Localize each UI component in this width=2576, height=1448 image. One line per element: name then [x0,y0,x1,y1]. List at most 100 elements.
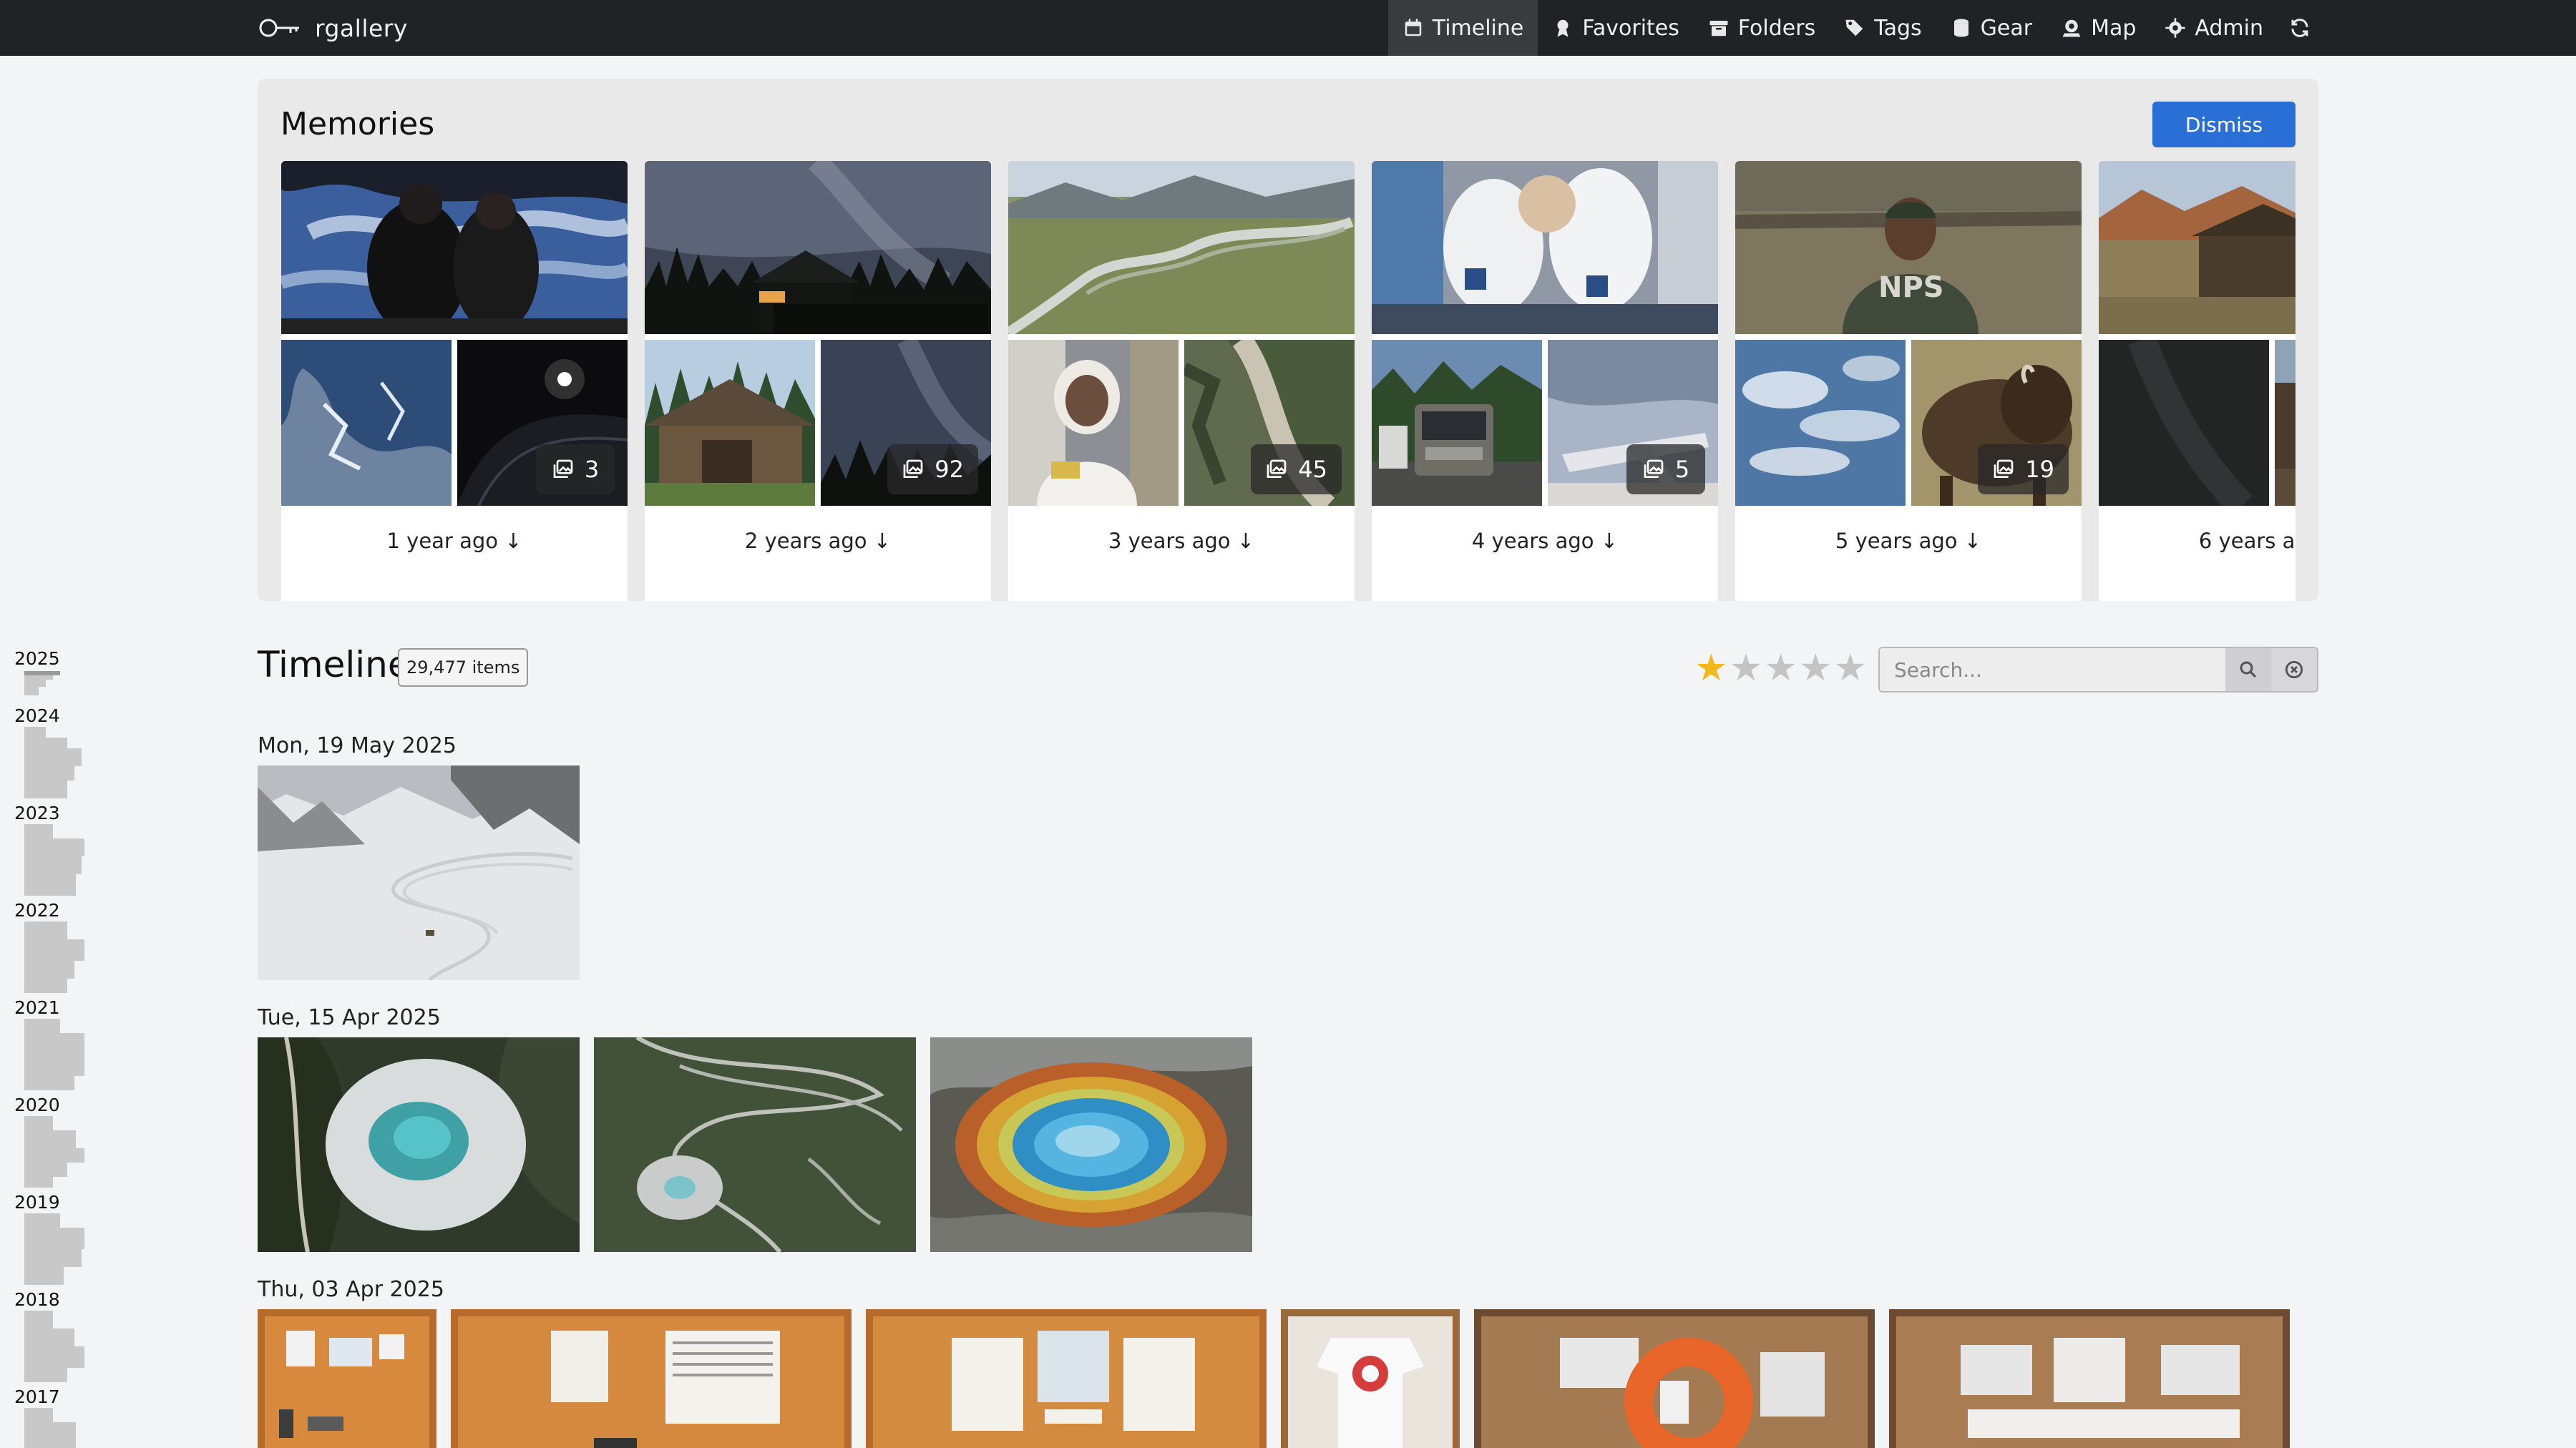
rating-star-5[interactable]: ★ [1834,647,1868,690]
rating-star-3[interactable]: ★ [1764,647,1797,690]
nav-folders-label: Folders [1737,15,1816,41]
memory-card-1[interactable]: 3 1 year ago ↓ [281,161,628,601]
timeline-scrubber[interactable]: 2025 2024 2023 2022 2021 2020 2019 2018 … [0,637,93,1448]
timeline-photo[interactable] [258,765,580,980]
timeline-photo[interactable] [866,1309,1267,1448]
year-label[interactable]: 2023 [14,803,60,823]
memory-label: 1 year ago ↓ [281,506,628,576]
year-label[interactable]: 2022 [14,900,60,921]
search-button[interactable] [2225,648,2271,691]
award-icon [1557,19,1568,37]
day-label: Thu, 03 Apr 2025 [258,1277,444,1302]
navbar: rgallery Timeline Favorites Folders Tags… [0,0,2576,56]
search-icon [2240,661,2257,678]
memories-panel: Memories Dismiss 3 1 year ago ↓ 92 2 yea… [258,79,2318,601]
year-label[interactable]: 2017 [14,1386,60,1407]
year-histogram [24,1311,84,1382]
nav-favorites[interactable]: Favorites [1538,0,1694,56]
photo-count-badge: 5 [1626,444,1705,494]
map-icon [2062,19,2081,37]
year-histogram [24,824,84,896]
year-label[interactable]: 2018 [14,1289,60,1310]
memory-photo[interactable] [2275,340,2296,506]
year-label[interactable]: 2020 [14,1095,60,1115]
year-histogram [24,1408,76,1448]
memory-photo[interactable]: 19 [1911,340,2082,506]
timeline-photo[interactable] [1281,1309,1460,1448]
images-icon [1994,459,2014,478]
rating-filter[interactable]: ★ ★ ★ ★ ★ [1694,647,1867,690]
gear-icon [2165,18,2186,38]
photo-count-badge: 3 [536,444,615,494]
nav-folders[interactable]: Folders [1694,0,1830,56]
timeline-photo[interactable] [594,1037,916,1252]
memory-photo[interactable]: 92 [821,335,991,506]
memory-photo[interactable]: 45 [1181,333,1355,514]
memories-carousel[interactable]: 3 1 year ago ↓ 92 2 years ago ↓ 45 3 yea… [281,161,2296,601]
refresh-button[interactable] [2278,0,2322,56]
memory-photo[interactable] [1372,340,1542,506]
photo-count-badge: 45 [1251,444,1342,494]
timeline-photo[interactable] [451,1309,852,1448]
memory-photo[interactable] [281,161,628,336]
images-icon [903,459,923,478]
year-label[interactable]: 2025 [14,648,60,669]
memory-label: 4 years ago ↓ [1372,506,1718,576]
day-label: Mon, 19 May 2025 [258,733,457,758]
nav-timeline[interactable]: Timeline [1387,0,1538,56]
tags-icon [1845,19,1863,36]
memory-photo[interactable] [645,340,815,506]
search-input[interactable] [1880,648,2225,691]
nav-timeline-label: Timeline [1432,15,1524,41]
database-icon [1953,19,1968,37]
year-label[interactable]: 2019 [14,1192,60,1213]
memory-card-3[interactable]: 45 3 years ago ↓ [1008,161,1355,601]
nav-menu: Timeline Favorites Folders Tags Gear Map… [1387,0,2322,56]
dismiss-button[interactable]: Dismiss [2152,102,2296,147]
nav-map-label: Map [2091,15,2137,41]
memory-photo[interactable] [281,340,452,506]
year-histogram [24,1019,84,1090]
memory-photo[interactable] [2099,334,2269,516]
memory-photo[interactable] [1372,161,1718,334]
memory-photo[interactable] [1008,340,1179,506]
memory-photo[interactable] [2099,161,2296,334]
year-histogram [24,921,84,993]
memory-photo[interactable] [1735,340,1906,506]
memory-label: 2 years ago ↓ [645,506,991,576]
clear-search-button[interactable] [2271,648,2317,691]
rating-star-4[interactable]: ★ [1799,647,1833,690]
memory-card-6[interactable]: 6 years ago ↓ [2099,161,2296,601]
timeline-title: Timeline [258,644,410,685]
memory-photo[interactable]: 5 [1548,340,1718,506]
memory-photo[interactable] [645,161,991,334]
memory-card-5[interactable]: NPS 19 5 years ago ↓ [1735,161,2082,601]
year-label[interactable]: 2021 [14,997,60,1018]
timeline-photo[interactable] [1889,1309,2290,1448]
nav-admin[interactable]: Admin [2150,0,2278,56]
brand[interactable]: rgallery [258,0,408,56]
nav-favorites-label: Favorites [1582,15,1679,41]
nav-gear[interactable]: Gear [1936,0,2046,56]
memory-card-4[interactable]: 5 4 years ago ↓ [1372,161,1718,601]
memory-photo[interactable]: 3 [457,340,628,507]
timeline-photo[interactable] [258,1309,436,1448]
timeline-photo[interactable] [258,1037,580,1252]
images-icon [1267,459,1287,478]
nav-map[interactable]: Map [2046,0,2150,56]
photo-count-badge: 92 [887,444,978,494]
memory-photo[interactable]: NPS [1735,161,2082,334]
year-histogram [24,727,82,798]
memory-card-2[interactable]: 92 2 years ago ↓ [645,161,991,601]
memory-photo[interactable] [1008,161,1355,337]
refresh-icon [2291,19,2308,37]
close-circle-icon [2285,660,2303,679]
rating-star-1[interactable]: ★ [1694,647,1728,690]
memory-label: 3 years ago ↓ [1008,506,1355,576]
timeline-photo[interactable] [930,1037,1252,1252]
rating-star-2[interactable]: ★ [1729,647,1763,690]
year-label[interactable]: 2024 [14,705,60,726]
app-name: rgallery [315,14,408,42]
nav-tags[interactable]: Tags [1830,0,1936,56]
timeline-photo[interactable] [1474,1309,1875,1448]
